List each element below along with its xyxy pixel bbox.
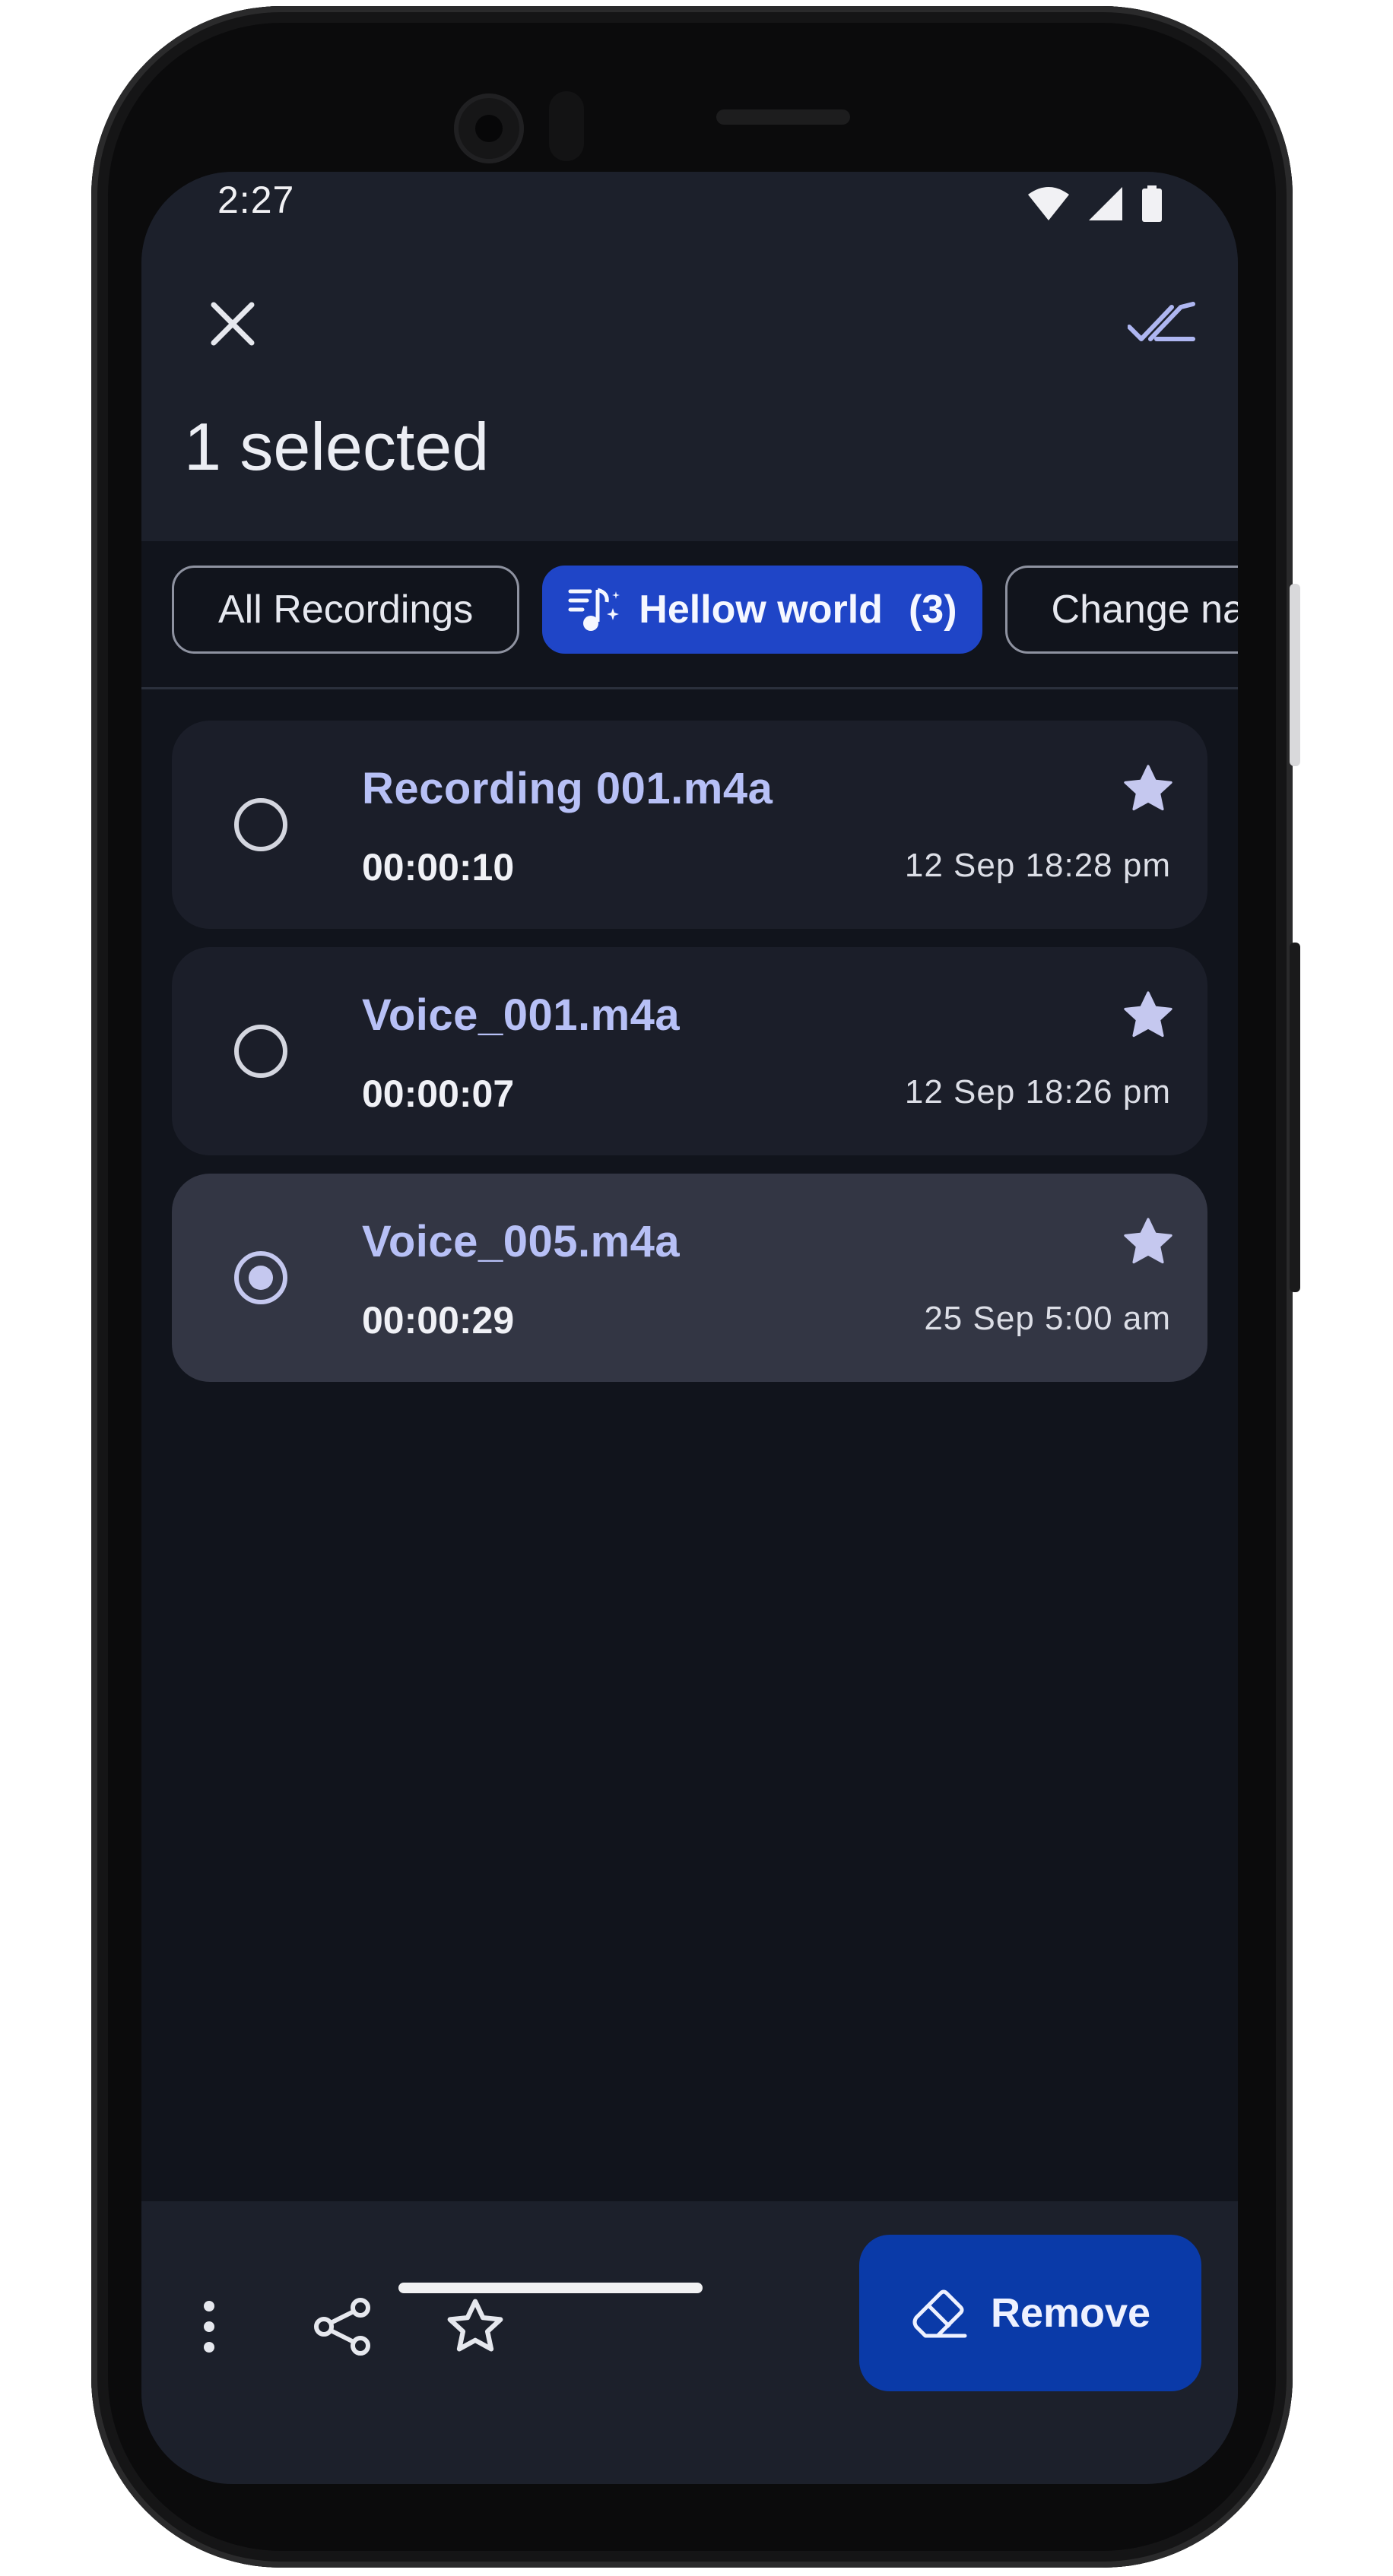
star-outline-icon: [447, 2299, 503, 2352]
earpiece-speaker: [716, 109, 850, 125]
chip-all-recordings[interactable]: All Recordings: [172, 566, 520, 654]
recording-item[interactable]: Recording 001.m4a 00:00:10 12 Sep 18:28 …: [172, 721, 1207, 929]
recording-date: 12 Sep 18:28 pm: [904, 847, 1171, 884]
screen: 2:27 1 selected All Recordings Hellow wo…: [141, 172, 1238, 2484]
status-icons: [1028, 181, 1162, 227]
sensor: [549, 91, 584, 161]
chip-count: (3): [908, 588, 957, 632]
front-camera: [454, 93, 524, 163]
recording-name: Voice_001.m4a: [362, 990, 681, 1040]
close-button[interactable]: [187, 278, 278, 369]
select-all-button[interactable]: [1116, 278, 1207, 369]
eraser-icon: [912, 2289, 967, 2338]
page-title: 1 selected: [184, 409, 490, 484]
status-time: 2:27: [217, 179, 295, 221]
select-radio[interactable]: [234, 1025, 287, 1078]
recording-date: 25 Sep 5:00 am: [924, 1300, 1171, 1337]
select-radio[interactable]: [234, 798, 287, 851]
recording-duration: 00:00:29: [362, 1299, 515, 1342]
more-vert-icon: [204, 2301, 214, 2353]
select-all-icon: [1128, 302, 1195, 341]
remove-button[interactable]: Remove: [859, 2235, 1201, 2391]
top-app-bar: 2:27 1 selected: [141, 172, 1238, 541]
remove-label: Remove: [990, 2290, 1151, 2336]
signal-icon: [1089, 187, 1122, 220]
home-indicator[interactable]: [398, 2283, 703, 2293]
divider: [141, 687, 1238, 689]
recording-list: Recording 001.m4a 00:00:10 12 Sep 18:28 …: [172, 721, 1207, 1400]
battery-icon: [1142, 185, 1162, 222]
power-button: [1290, 584, 1300, 766]
filter-chips: All Recordings Hellow world (3) Change n…: [172, 566, 1238, 657]
star-icon[interactable]: [1119, 987, 1177, 1044]
music-note-icon: [568, 588, 620, 631]
star-icon[interactable]: [1119, 1213, 1177, 1271]
recording-duration: 00:00:07: [362, 1073, 515, 1115]
star-icon[interactable]: [1119, 760, 1177, 818]
recording-name: Recording 001.m4a: [362, 764, 773, 813]
close-icon: [211, 302, 255, 346]
select-radio[interactable]: [234, 1251, 287, 1304]
chip-label: Change nan: [1051, 588, 1238, 632]
recording-date: 12 Sep 18:26 pm: [904, 1073, 1171, 1111]
bottom-action-bar: Remove: [141, 2201, 1238, 2484]
chip-label: All Recordings: [218, 588, 474, 632]
recording-name: Voice_005.m4a: [362, 1217, 681, 1266]
share-icon: [314, 2298, 370, 2356]
volume-button: [1290, 943, 1300, 1292]
recording-duration: 00:00:10: [362, 846, 515, 889]
star-button[interactable]: [433, 2285, 517, 2368]
wifi-icon: [1028, 187, 1069, 220]
recording-item[interactable]: Voice_001.m4a 00:00:07 12 Sep 18:26 pm: [172, 947, 1207, 1155]
chip-change-name[interactable]: Change nan: [1004, 566, 1238, 654]
more-button[interactable]: [167, 2285, 251, 2368]
share-button[interactable]: [301, 2285, 385, 2368]
chip-hellow-world[interactable]: Hellow world (3): [542, 566, 982, 654]
recording-item[interactable]: Voice_005.m4a 00:00:29 25 Sep 5:00 am: [172, 1174, 1207, 1382]
chip-label: Hellow world: [639, 588, 883, 632]
